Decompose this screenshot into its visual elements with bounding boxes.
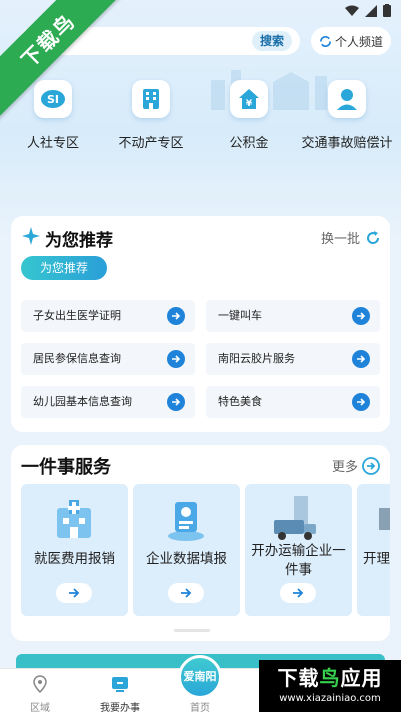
nav-region-label: 区域 <box>30 703 50 712</box>
quick-entry-housing-fund[interactable]: ¥ 公积金 <box>199 80 299 151</box>
service-item[interactable]: 子女出生医学证明 <box>21 300 195 332</box>
arrow-right-icon <box>167 393 185 411</box>
event-name: 就医费用报销 <box>34 551 115 567</box>
service-label: 一键叫车 <box>218 309 262 322</box>
signal-icon <box>365 4 377 17</box>
event-card[interactable]: 企业数据填报 <box>133 484 240 616</box>
watermark-text-2: 鸟 <box>319 666 341 690</box>
personal-channel-button[interactable]: 个人频道 <box>311 27 391 55</box>
traffic-person-icon <box>337 89 357 110</box>
service-label: 幼儿园基本信息查询 <box>33 395 132 408</box>
quick-entry-real-estate[interactable]: 不动产专区 <box>101 80 201 151</box>
quick-entry-label: 交通事故赔偿计 <box>301 136 393 151</box>
nav-home-label: 首页 <box>190 703 210 712</box>
personal-channel-label: 个人频道 <box>334 34 383 49</box>
nav-todo-label: 我要办事 <box>100 703 140 712</box>
recommend-logo-icon <box>22 227 40 245</box>
arrow-right-icon <box>168 583 204 603</box>
social-security-icon: SI <box>41 90 65 108</box>
service-label: 居民参保信息查询 <box>33 352 121 365</box>
quick-entry-row: SI 人社专区 不动产专区 ¥ 公积金 交通事故赔偿计 <box>0 80 401 160</box>
site-watermark: 下载鸟应用 www.xiazainiao.com <box>259 660 401 712</box>
hospital-icon <box>57 500 91 538</box>
wifi-icon <box>345 5 359 16</box>
svg-text:¥: ¥ <box>246 99 253 109</box>
monitor-icon <box>112 677 128 692</box>
quick-entry-traffic-compensation[interactable]: 交通事故赔偿计 <box>297 80 397 151</box>
service-label: 子女出生医学证明 <box>33 309 121 322</box>
building-icon <box>143 89 159 109</box>
quick-entry-label: 不动产专区 <box>118 136 184 151</box>
watermark-text-3: 应用 <box>340 666 383 690</box>
truck-icon <box>274 496 316 540</box>
home-badge-button[interactable]: 爱南阳 <box>178 655 222 699</box>
refresh-batch-button[interactable]: 换一批 <box>321 228 380 247</box>
service-item[interactable]: 居民参保信息查询 <box>21 343 195 375</box>
tab-recommend[interactable]: 为您推荐 <box>21 256 107 280</box>
arrow-right-icon <box>352 307 370 325</box>
one-thing-service-card: 一件事服务 更多 就医费用报销 企业数据填报 开办运输企业一件事 开理 <box>11 445 390 641</box>
watermark-text-1: 下载 <box>277 666 320 690</box>
data-report-icon <box>168 502 204 541</box>
event-card[interactable]: 开理 <box>357 484 390 616</box>
event-card[interactable]: 就医费用报销 <box>21 484 128 616</box>
arrow-right-icon <box>352 393 370 411</box>
watermark-url: www.xiazainiao.com <box>279 693 381 704</box>
partial-icon <box>379 508 390 530</box>
refresh-icon <box>367 230 380 244</box>
service-item[interactable]: 幼儿园基本信息查询 <box>21 386 195 418</box>
svg-text:SI: SI <box>47 93 59 106</box>
arrow-right-icon <box>280 583 316 603</box>
more-button[interactable]: 更多 <box>332 456 380 475</box>
nav-region[interactable]: 区域 <box>10 675 70 712</box>
nav-todo[interactable]: 我要办事 <box>90 675 150 712</box>
refresh-batch-label: 换一批 <box>320 232 360 247</box>
arrow-right-icon <box>167 350 185 368</box>
quick-entry-label: 公积金 <box>229 136 269 151</box>
housing-fund-icon: ¥ <box>239 89 259 109</box>
scroll-indicator <box>174 629 210 632</box>
service-label: 特色美食 <box>218 395 262 408</box>
arrow-right-icon <box>56 583 92 603</box>
watermark-brand: 下载鸟应用 <box>259 664 401 692</box>
one-thing-service-title: 一件事服务 <box>21 457 111 478</box>
battery-icon <box>383 4 391 17</box>
event-name: 开办运输企业一件事 <box>251 543 346 578</box>
event-name: 企业数据填报 <box>146 551 227 567</box>
service-item[interactable]: 南阳云胶片服务 <box>206 343 380 375</box>
recommend-title: 为您推荐 <box>45 231 113 251</box>
event-name: 开理 <box>363 551 390 567</box>
service-item[interactable]: 特色美食 <box>206 386 380 418</box>
refresh-icon <box>320 35 331 47</box>
event-card[interactable]: 开办运输企业一件事 <box>245 484 352 616</box>
arrow-right-icon <box>167 307 185 325</box>
location-icon <box>33 675 47 694</box>
search-button[interactable]: 搜索 <box>251 31 292 51</box>
service-item[interactable]: 一键叫车 <box>206 300 380 332</box>
recommend-card: 为您推荐 换一批 为您推荐 子女出生医学证明 一键叫车 居民参保信息查询 南阳云… <box>11 216 390 432</box>
more-label: 更多 <box>331 460 358 475</box>
arrow-circle-right-icon <box>362 456 380 475</box>
service-label: 南阳云胶片服务 <box>218 352 295 365</box>
quick-entry-label: 人社专区 <box>26 136 79 151</box>
arrow-right-icon <box>352 350 370 368</box>
